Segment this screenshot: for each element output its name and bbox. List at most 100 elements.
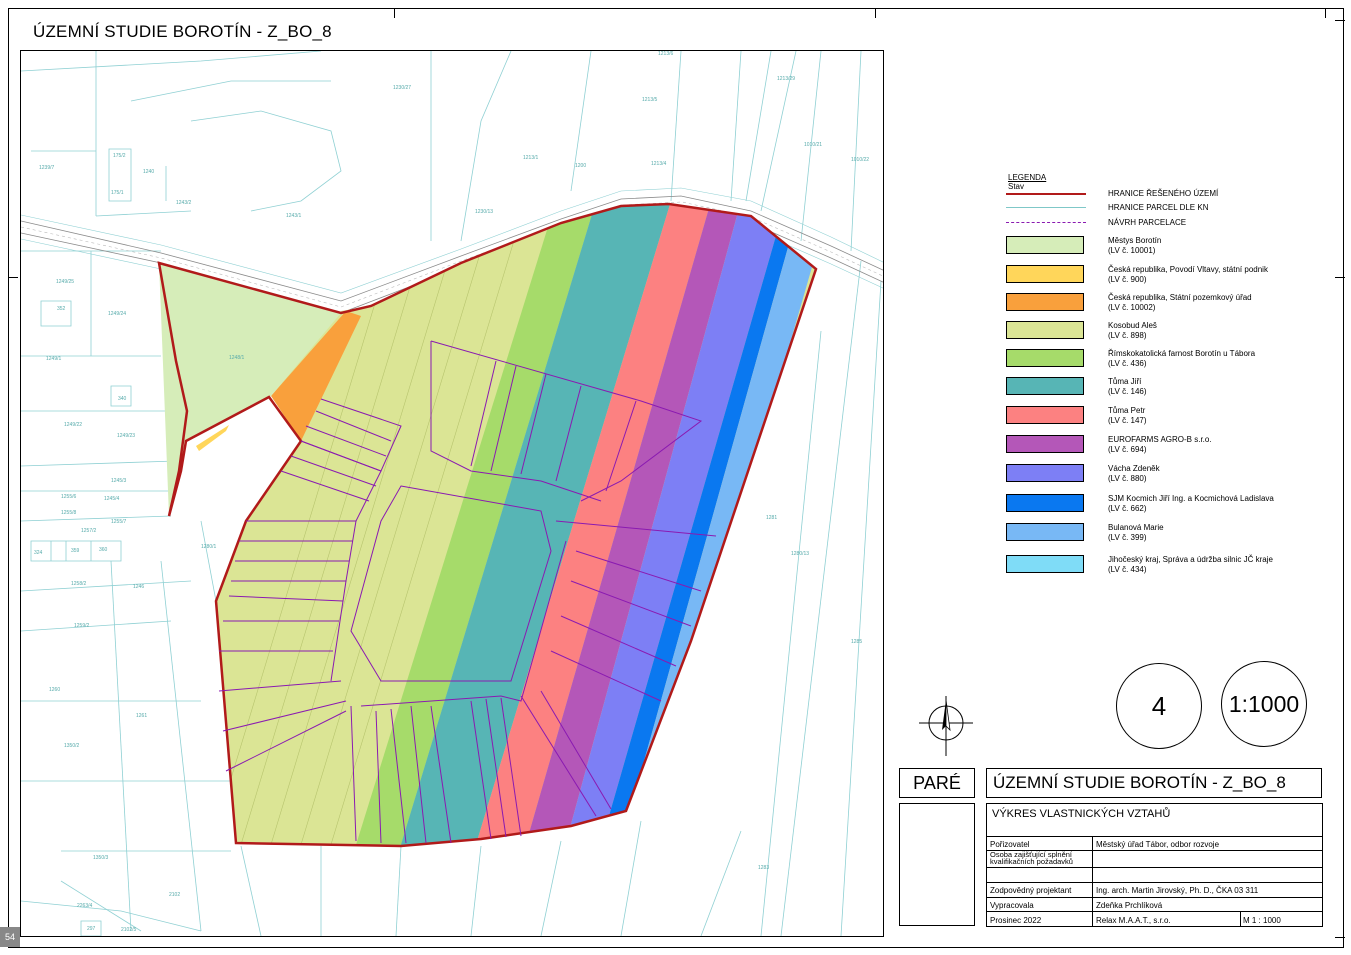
tb-row-osoba: Osoba zajišťující splnění kvalifikačních… (986, 850, 1323, 867)
parcel-label: 1249/23 (117, 433, 135, 439)
parcel-label: 1200 (575, 163, 586, 169)
parcel-label: 1350/2 (64, 743, 80, 749)
owner-lv: (LV č. 898) (1108, 331, 1147, 340)
project-title: ÚZEMNÍ STUDIE BOROTÍN - Z_BO_8 (986, 768, 1322, 798)
parcel-label: 1230/13 (475, 209, 493, 215)
owner-lv: (LV č. 694) (1108, 445, 1147, 454)
parcel-label: 1249/22 (64, 422, 82, 428)
parcel-label: 1213/1 (523, 155, 539, 161)
parcel-label: 1213/29 (777, 76, 795, 82)
tb-row-vypracovala: Vypracovala Zdeňka Prchlíková (986, 897, 1323, 911)
legend-owner-row: Jihočeský kraj, Správa a údržba silnic J… (1004, 555, 1334, 579)
legend-owner-row: Česká republika, Státní pozemkový úřad (L… (1004, 293, 1334, 317)
owner-lv: (LV č. 146) (1108, 387, 1147, 396)
legend-owner-row: Kosobud Aleš (LV č. 898) (1004, 321, 1334, 345)
boundary-line-swatch (1006, 193, 1086, 195)
owner-name: Jihočeský kraj, Správa a údržba silnic J… (1108, 555, 1273, 564)
page-marker: 54 (0, 927, 20, 947)
owner-lv: (LV č. 399) (1108, 533, 1147, 542)
legend-owner-row: SJM Kocmich Jiří Ing. a Kocmichová Ladis… (1004, 494, 1334, 518)
tb-row-projektant: Zodpovědný projektant Ing. arch. Martin … (986, 882, 1323, 897)
legend-line-parcellation: NÁVRH PARCELACE (1004, 217, 1334, 229)
legend-line-parcels: HRANICE PARCEL DLE KN (1004, 202, 1334, 214)
owner-name: Česká republika, Státní pozemkový úřad (1108, 293, 1252, 302)
owner-color-swatch (1006, 406, 1084, 424)
owner-label: Městys Borotín (LV č. 10001) (1108, 236, 1161, 256)
owner-lv: (LV č. 880) (1108, 474, 1147, 483)
owner-color-swatch (1006, 435, 1084, 453)
legend-owner-row: Bulanová Marie (LV č. 399) (1004, 523, 1334, 547)
frame-tick (394, 8, 395, 18)
parcel-label: 175/1 (111, 190, 124, 196)
owner-color-swatch (1006, 464, 1084, 482)
parcel-label: 1255/7 (111, 519, 127, 525)
owner-name: SJM Kocmich Jiří Ing. a Kocmichová Ladis… (1108, 494, 1274, 503)
tb-key: Zodpovědný projektant (990, 886, 1072, 895)
parcel-label: 1259/2 (74, 623, 90, 629)
parcel-label: 1010/21 (804, 142, 822, 148)
parcel-label: 340 (118, 396, 127, 402)
owner-name: Bulanová Marie (1108, 523, 1164, 532)
owner-name: Tůma Jiří (1108, 377, 1142, 386)
parcel-label: 1249/1 (46, 356, 62, 362)
tb-value: Zdeňka Prchlíková (1096, 901, 1163, 910)
legend-owner-row: Městys Borotín (LV č. 10001) (1004, 236, 1334, 260)
map-canvas: 1239/7 175/2 1240 175/1 1243/2 1243/1 12… (21, 51, 883, 936)
owner-label: Vácha Zdeněk (LV č. 880) (1108, 464, 1160, 484)
owner-label: SJM Kocmich Jiří Ing. a Kocmichová Ladis… (1108, 494, 1274, 514)
parcel-label: 1248/1 (229, 355, 245, 361)
parcel-label: 1261 (136, 713, 147, 719)
north-arrow-icon (919, 696, 973, 756)
owner-label: Česká republika, Povodí Vltavy, státní p… (1108, 265, 1268, 285)
parcel-label: 1213/4 (651, 161, 667, 167)
parcel-label: 1213/6 (658, 51, 674, 57)
owner-color-swatch (1006, 321, 1084, 339)
tb-value: Městský úřad Tábor, odbor rozvoje (1096, 840, 1220, 849)
parcel-label: 1246 (133, 584, 144, 590)
parcel-label: 175/2 (113, 153, 126, 159)
tb-key: Vypracovala (990, 901, 1034, 910)
parcel-label: 1255/8 (61, 510, 77, 516)
legend-line-boundary: HRANICE ŘEŠENÉHO ÚZEMÍ (1004, 188, 1334, 200)
owner-color-swatch (1006, 293, 1084, 311)
map-view[interactable]: 1239/7 175/2 1240 175/1 1243/2 1243/1 12… (20, 50, 884, 937)
owner-color-swatch (1006, 523, 1084, 541)
parcel-label: 1243/1 (286, 213, 302, 219)
owner-lv: (LV č. 436) (1108, 359, 1147, 368)
owner-label: Kosobud Aleš (LV č. 898) (1108, 321, 1157, 341)
parcel-label: 1010/22 (851, 157, 869, 163)
frame-tick (1335, 20, 1345, 21)
parcel-label: 1245/4 (104, 496, 120, 502)
parcel-label: 1249/25 (56, 279, 74, 285)
owner-label: Tůma Petr (LV č. 147) (1108, 406, 1147, 426)
legend-title: LEGENDA (1008, 173, 1047, 182)
legend-owner-row: Římskokatolická farnost Borotín u Tábora… (1004, 349, 1334, 373)
tb-value: Ing. arch. Martin Jirovský, Ph. D., ČKA … (1096, 886, 1259, 895)
tb-key: Osoba zajišťující splnění kvalifikačních… (990, 850, 1073, 866)
legend-owner-row: Česká republika, Povodí Vltavy, státní p… (1004, 265, 1334, 289)
frame-tick (1335, 937, 1345, 938)
tb-row-empty (986, 867, 1323, 882)
owner-name: EUROFARMS AGRO-B s.r.o. (1108, 435, 1212, 444)
legend-owner-row: Tůma Petr (LV č. 147) (1004, 406, 1334, 430)
parcel-label: 2263/4 (77, 903, 93, 909)
parcel-label: 1280/1 (201, 544, 217, 550)
frame-tick (8, 277, 18, 278)
legend-label: NÁVRH PARCELACE (1108, 218, 1187, 227)
parcel-label: 1230/27 (393, 85, 411, 91)
parcel-label: 1285 (851, 639, 862, 645)
sheet-number: 4 (1116, 663, 1202, 749)
parcel-label: 2102/5 (121, 927, 137, 933)
tb-key: Pořizovatel (990, 840, 1030, 849)
owner-label: Jihočeský kraj, Správa a údržba silnic J… (1108, 555, 1273, 575)
legend-label: HRANICE PARCEL DLE KN (1108, 203, 1209, 212)
parcel-label: 1245/3 (111, 478, 127, 484)
owner-name: Vácha Zdeněk (1108, 464, 1160, 473)
parcel-label: 1260 (49, 687, 60, 693)
owner-label: Česká republika, Státní pozemkový úřad (L… (1108, 293, 1252, 313)
tb-value: Relax M.A.A.T., s.r.o. (1096, 916, 1171, 925)
pare-label: PARÉ (899, 768, 975, 798)
owner-lv: (LV č. 10002) (1108, 303, 1156, 312)
legend-owner-row: Vácha Zdeněk (LV č. 880) (1004, 464, 1334, 488)
parcel-label: 1240 (143, 169, 154, 175)
